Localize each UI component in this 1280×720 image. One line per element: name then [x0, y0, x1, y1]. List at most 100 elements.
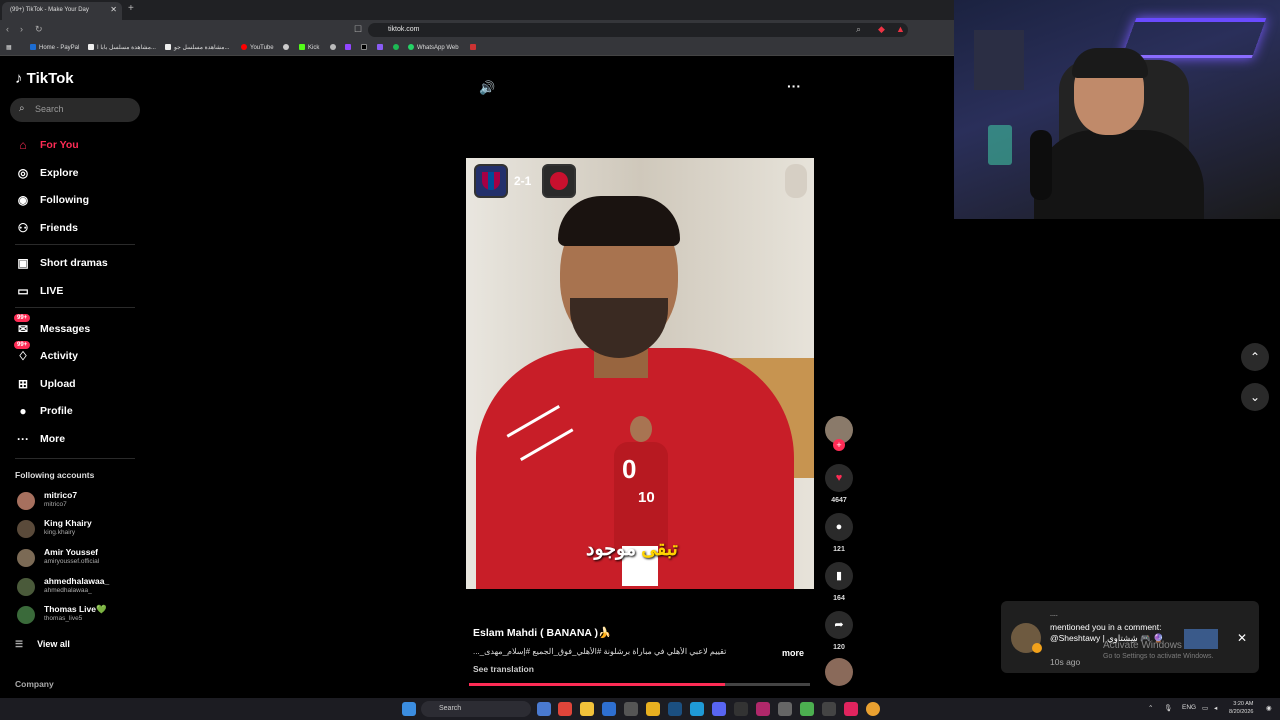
bookmark-twitch-icon[interactable] [345, 44, 354, 51]
follow-plus-icon[interactable]: + [833, 439, 845, 451]
activity-badge: 99+ [14, 341, 31, 349]
nav-more[interactable]: ··· More [0, 430, 150, 450]
taskbar-app-icon[interactable] [800, 702, 814, 716]
bell-icon: ♢ [17, 349, 29, 363]
new-tab-icon[interactable]: + [128, 3, 134, 14]
taskbar-search[interactable]: Search [421, 701, 531, 717]
nav-live[interactable]: ▭ LIVE [0, 282, 150, 302]
following-account[interactable]: King Khairy king.khairy [15, 516, 145, 542]
nav-profile[interactable]: ● Profile [0, 402, 150, 422]
creator-avatar-button[interactable]: + [822, 416, 856, 451]
share-button[interactable]: ➦ 120 [822, 611, 856, 651]
comment-button[interactable]: ● 121 [822, 513, 856, 553]
nav-for-you[interactable]: ⌂ For You [0, 136, 150, 156]
bookmark-icon-3[interactable] [377, 44, 386, 51]
nav-following[interactable]: ◉ Following [0, 191, 150, 211]
taskbar-app-icon[interactable] [602, 702, 616, 716]
tiktok-app-icon[interactable] [844, 702, 858, 716]
url-input[interactable]: tiktok.com [368, 23, 908, 37]
bookmark-tiktok-icon[interactable] [361, 44, 370, 51]
see-translation-button[interactable]: See translation [473, 664, 534, 674]
bookmark-kick[interactable]: Kick [299, 44, 319, 51]
reload-icon[interactable]: ↻ [35, 24, 43, 35]
next-video-button[interactable]: ⌄ [1241, 383, 1269, 411]
save-button[interactable]: ▮ 164 [822, 562, 856, 602]
browser-window: (99+) TikTok - Make Your Day ✕ + ‹ › ↻ ☐… [0, 0, 954, 698]
tray-chevron-icon[interactable]: ⌃ [1148, 704, 1153, 712]
volume-icon[interactable]: 🔊 [479, 80, 495, 96]
network-icon[interactable]: ▭ [1202, 704, 1208, 712]
following-account[interactable]: Thomas Live💚 thomas_live5 [15, 602, 145, 628]
view-all-button[interactable]: ☰ View all [15, 639, 70, 650]
tiktok-logo[interactable]: ♪ TikTok [15, 70, 74, 87]
nav-messages[interactable]: ✉ 99+ Messages [0, 314, 150, 340]
bookmark-icon-2[interactable] [330, 44, 339, 51]
sound-avatar-button[interactable] [822, 658, 856, 686]
taskbar-app-icon[interactable] [646, 702, 660, 716]
following-account[interactable]: Amir Youssef amiryoussef.official [15, 545, 145, 571]
following-account[interactable]: mitrico7 mitrico7 [15, 488, 145, 514]
language-indicator[interactable]: ENG [1182, 704, 1196, 711]
shield-icon[interactable]: ◆ [878, 24, 885, 35]
address-bar-row: ‹ › ↻ ☐ tiktok.com ⌕ ◆ ▲ [0, 20, 954, 40]
video-author[interactable]: Eslam Mahdi ( BANANA )🍌 [473, 626, 611, 639]
taskbar-app-icon[interactable] [822, 702, 836, 716]
messages-badge: 99+ [14, 314, 31, 322]
more-button[interactable]: more [782, 648, 804, 658]
taskbar-app-icon[interactable] [537, 702, 551, 716]
company-link[interactable]: Company [15, 679, 54, 689]
bookmark-series-2[interactable]: مشاهدة مسلسل جو... [165, 44, 229, 51]
nav-activity[interactable]: ♢ 99+ Activity [0, 341, 150, 367]
bookmark-icon-circle[interactable] [283, 44, 292, 51]
following-account[interactable]: ahmedhalawaa_ ahmedhalawaa_ [15, 574, 145, 600]
chevron-up-icon: ⌃ [1249, 350, 1261, 364]
warning-icon[interactable]: ▲ [896, 24, 905, 34]
taskbar-clock[interactable]: 3:20 AM 8/20/2026 [1229, 700, 1253, 716]
like-button[interactable]: ♥ 4647 [822, 464, 856, 504]
bookmark-icon-4[interactable] [470, 44, 479, 51]
bookmark-spotify-icon[interactable] [393, 44, 402, 51]
zoom-icon[interactable]: ⌕ [856, 24, 861, 35]
close-icon[interactable]: ✕ [1237, 631, 1247, 645]
taskbar-app-icon[interactable] [756, 702, 770, 716]
notification-toast[interactable]: .... mentioned you in a comment: @Shesht… [1001, 601, 1259, 673]
avatar [17, 549, 35, 567]
nav-friends[interactable]: ⚇ Friends [0, 219, 150, 239]
al-ahly-crest-icon [542, 164, 576, 198]
bookmark-whatsapp[interactable]: WhatsApp Web [408, 44, 459, 51]
file-explorer-icon[interactable] [580, 702, 594, 716]
bookmark-icon[interactable]: ☐ [354, 24, 362, 35]
chrome-icon[interactable] [866, 702, 880, 716]
windows-start-icon[interactable] [402, 702, 416, 716]
search-input[interactable]: ⌕ Search [10, 98, 140, 122]
edge-icon[interactable] [690, 702, 704, 716]
video-player[interactable]: 0 10 2-1 تبقى موجود [466, 158, 814, 589]
barcelona-crest-icon [474, 164, 508, 198]
microphone-icon[interactable]: 🎙 [1164, 704, 1172, 712]
heart-icon: ♥ [825, 464, 853, 492]
nav-explore[interactable]: ◎ Explore [0, 164, 150, 184]
bookmark-paypal[interactable]: Home - PayPal [30, 44, 79, 51]
browser-tab[interactable]: (99+) TikTok - Make Your Day ✕ [2, 2, 122, 20]
bookmark-youtube[interactable]: YouTube [241, 44, 274, 51]
notification-badge-icon [1032, 643, 1042, 653]
video-progress-bar[interactable] [469, 683, 810, 686]
volume-tray-icon[interactable]: ◂ [1214, 704, 1217, 712]
notification-center-icon[interactable]: ◉ [1266, 704, 1272, 712]
webcam-lamp [988, 125, 1012, 165]
previous-video-button[interactable]: ⌃ [1241, 343, 1269, 371]
taskbar-app-icon[interactable] [778, 702, 792, 716]
forward-icon[interactable]: › [20, 24, 23, 34]
taskbar-app-icon[interactable] [624, 702, 638, 716]
brave-browser-icon[interactable] [558, 702, 572, 716]
nav-short-dramas[interactable]: ▣ Short dramas [0, 254, 150, 274]
discord-icon[interactable] [712, 702, 726, 716]
back-icon[interactable]: ‹ [6, 24, 9, 34]
nav-upload[interactable]: ⊞ Upload [0, 375, 150, 395]
steam-icon[interactable] [668, 702, 682, 716]
more-options-icon[interactable]: ··· [787, 78, 801, 94]
taskbar-app-icon[interactable] [734, 702, 748, 716]
bookmark-series-1[interactable]: مشاهدة مسلسل بابا ا... [88, 44, 156, 51]
close-tab-icon[interactable]: ✕ [110, 5, 117, 14]
apps-icon[interactable]: ▦ [6, 44, 12, 51]
